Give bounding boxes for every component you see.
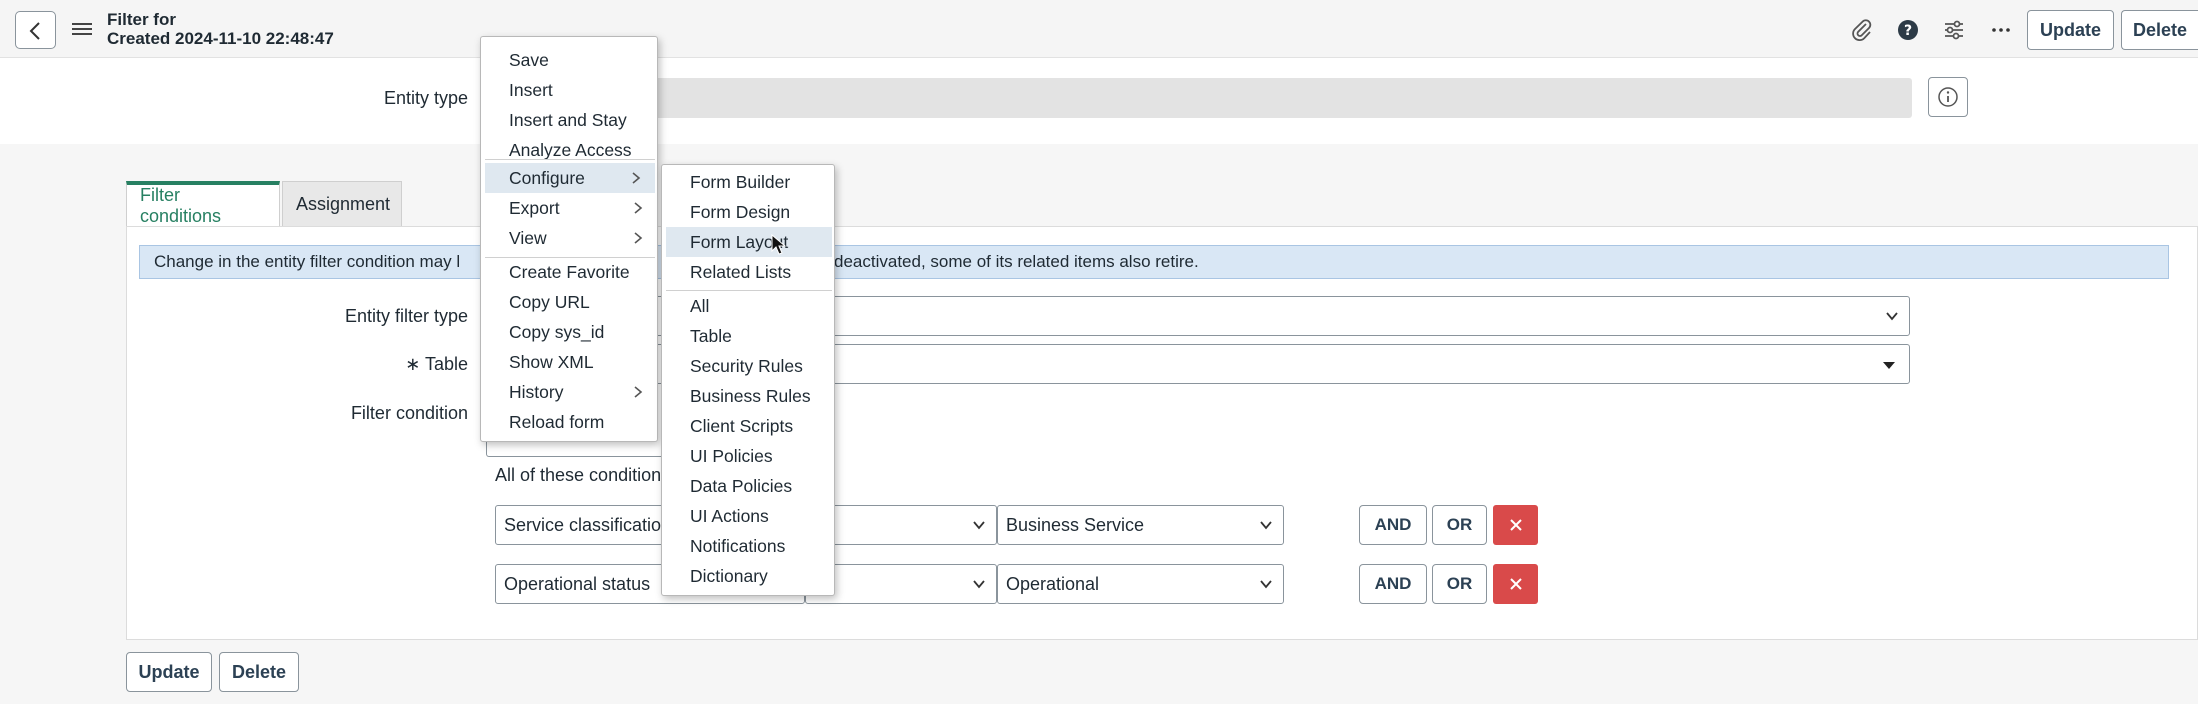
form-title-line1: Filter for xyxy=(107,10,176,29)
menu-item-save[interactable]: Save xyxy=(481,45,657,75)
condition-value-select[interactable]: Business Service xyxy=(997,505,1284,545)
entity-type-info-button[interactable] xyxy=(1928,77,1968,117)
close-icon xyxy=(1509,519,1522,531)
caret-down-icon xyxy=(1883,362,1895,369)
tab-assignment[interactable]: Assignment xyxy=(282,181,402,226)
paperclip-icon[interactable] xyxy=(1850,18,1874,42)
filter-condition-label: Filter condition xyxy=(350,403,468,423)
chevron-left-icon xyxy=(29,22,40,40)
settings-sliders-icon[interactable] xyxy=(1942,18,1966,42)
menu-item-history[interactable]: History xyxy=(481,377,657,407)
tab-filter-conditions[interactable]: Filter conditions xyxy=(126,181,280,226)
info-icon xyxy=(1938,87,1958,107)
and-button[interactable]: AND xyxy=(1359,564,1427,604)
form-header: Filter for Created 2024-11-10 22:48:47 ?… xyxy=(0,0,2198,58)
notice-text-left: Change in the entity filter condition ma… xyxy=(154,252,461,271)
delete-condition-button[interactable] xyxy=(1493,564,1538,604)
condition-field-value: Operational status xyxy=(504,573,651,594)
and-button[interactable]: AND xyxy=(1359,505,1427,545)
menu-item-create-favorite[interactable]: Create Favorite xyxy=(481,257,657,287)
chevron-down-icon xyxy=(1886,312,1898,321)
table-label: Table xyxy=(424,354,468,374)
menu-item-export[interactable]: Export xyxy=(481,193,657,223)
more-options-icon[interactable] xyxy=(1989,18,2013,42)
menu-item-copy-sys-id[interactable]: Copy sys_id xyxy=(481,317,657,347)
chevron-right-icon xyxy=(634,232,643,244)
or-button[interactable]: OR xyxy=(1432,564,1487,604)
info-notice: Change in the entity filter condition ma… xyxy=(139,245,2169,279)
chevron-down-icon xyxy=(1260,580,1272,589)
notice-text-right: deactivated, some of its related items a… xyxy=(834,252,1199,271)
chevron-right-icon xyxy=(632,172,641,184)
or-button[interactable]: OR xyxy=(1432,505,1487,545)
menu-item-insert[interactable]: Insert xyxy=(481,75,657,105)
menu-item-configure[interactable]: Configure xyxy=(485,163,655,193)
submenu-item-ui-actions[interactable]: UI Actions xyxy=(662,501,834,531)
submenu-item-form-builder[interactable]: Form Builder xyxy=(662,167,834,197)
menu-item-insert-and-stay[interactable]: Insert and Stay xyxy=(481,105,657,135)
form-title-line2: Created 2024-11-10 22:48:47 xyxy=(107,29,334,48)
chevron-down-icon xyxy=(973,521,985,530)
entity-filter-type-label: Entity filter type xyxy=(344,306,468,326)
submenu-item-security-rules[interactable]: Security Rules xyxy=(662,351,834,381)
submenu-item-business-rules[interactable]: Business Rules xyxy=(662,381,834,411)
submenu-item-table[interactable]: Table xyxy=(662,321,834,351)
menu-separator xyxy=(485,159,655,160)
help-icon[interactable]: ? xyxy=(1896,18,1920,42)
header-delete-button[interactable]: Delete xyxy=(2121,10,2198,50)
chevron-down-icon xyxy=(973,580,985,589)
submenu-item-form-layout[interactable]: Form Layout xyxy=(666,227,832,257)
footer-delete-button[interactable]: Delete xyxy=(219,652,299,692)
condition-value-select[interactable]: Operational xyxy=(997,564,1284,604)
all-conditions-text: All of these condition xyxy=(495,465,662,485)
condition-value: Business Service xyxy=(1006,514,1145,535)
required-marker: ∗ xyxy=(405,354,421,374)
close-icon xyxy=(1509,578,1522,590)
menu-item-show-xml[interactable]: Show XML xyxy=(481,347,657,377)
menu-item-analyze-access[interactable]: Analyze Access xyxy=(481,135,657,165)
delete-condition-button[interactable] xyxy=(1493,505,1538,545)
submenu-item-related-lists[interactable]: Related Lists xyxy=(662,257,834,287)
submenu-item-data-policies[interactable]: Data Policies xyxy=(662,471,834,501)
table-label-group: ∗ Table xyxy=(380,354,468,375)
configure-submenu: Form Builder Form Design Form Layout Rel… xyxy=(661,164,835,596)
back-button[interactable] xyxy=(15,11,56,49)
submenu-item-client-scripts[interactable]: Client Scripts xyxy=(662,411,834,441)
submenu-item-form-design[interactable]: Form Design xyxy=(662,197,834,227)
entity-type-field xyxy=(486,78,1912,118)
submenu-item-dictionary[interactable]: Dictionary xyxy=(662,561,834,591)
menu-item-copy-url[interactable]: Copy URL xyxy=(481,287,657,317)
header-update-button[interactable]: Update xyxy=(2027,10,2114,50)
svg-text:?: ? xyxy=(1904,23,1912,39)
condition-field-value: Service classification xyxy=(504,514,672,535)
context-menu: Save Insert Insert and Stay Analyze Acce… xyxy=(480,36,658,442)
menu-item-reload-form[interactable]: Reload form xyxy=(481,407,657,437)
chevron-right-icon xyxy=(634,386,643,398)
chevron-down-icon xyxy=(1260,521,1272,530)
hamburger-menu-icon[interactable] xyxy=(72,20,92,38)
entity-type-label: Entity type xyxy=(383,88,468,108)
submenu-item-notifications[interactable]: Notifications xyxy=(662,531,834,561)
mouse-pointer-icon xyxy=(771,234,787,255)
submenu-item-all[interactable]: All xyxy=(662,291,834,321)
footer-update-button[interactable]: Update xyxy=(126,652,212,692)
menu-item-view[interactable]: View xyxy=(481,223,657,253)
submenu-item-ui-policies[interactable]: UI Policies xyxy=(662,441,834,471)
condition-value: Operational xyxy=(1006,573,1100,594)
chevron-right-icon xyxy=(634,202,643,214)
